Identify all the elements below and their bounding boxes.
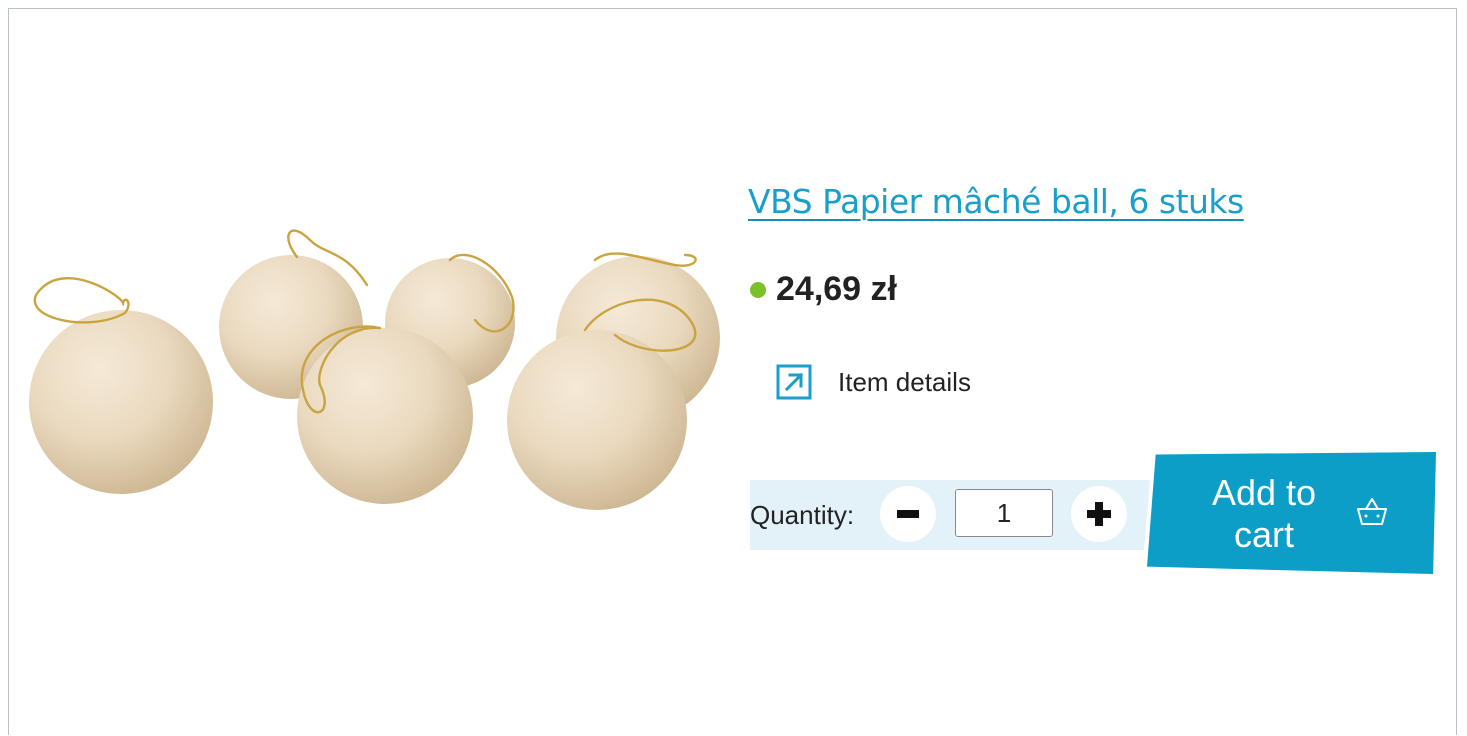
quantity-input[interactable] bbox=[955, 489, 1053, 537]
ball-front-left bbox=[29, 310, 213, 494]
quantity-increase-button[interactable] bbox=[1071, 486, 1127, 542]
minus-icon bbox=[897, 510, 919, 518]
quantity-decrease-button[interactable] bbox=[880, 486, 936, 542]
stock-dot-icon bbox=[750, 281, 766, 298]
basket-icon bbox=[1357, 498, 1387, 525]
item-details-link[interactable]: Item details bbox=[776, 364, 971, 400]
product-title-link[interactable]: VBS Papier mâché ball, 6 stuks bbox=[748, 182, 1244, 222]
quantity-label: Quantity: bbox=[750, 500, 855, 530]
ball-front-middle bbox=[297, 328, 473, 504]
add-to-cart-label: Add to cart bbox=[1211, 472, 1317, 555]
plus-icon bbox=[1087, 502, 1111, 526]
ball-front-right bbox=[507, 330, 687, 510]
add-to-cart-button[interactable]: Add to cart bbox=[1147, 452, 1436, 574]
external-link-icon bbox=[776, 364, 812, 400]
product-price: 24,69 zł bbox=[776, 270, 897, 308]
item-details-label: Item details bbox=[838, 366, 971, 397]
price-row: 24,69 zł bbox=[750, 270, 897, 309]
product-image[interactable] bbox=[25, 225, 725, 525]
